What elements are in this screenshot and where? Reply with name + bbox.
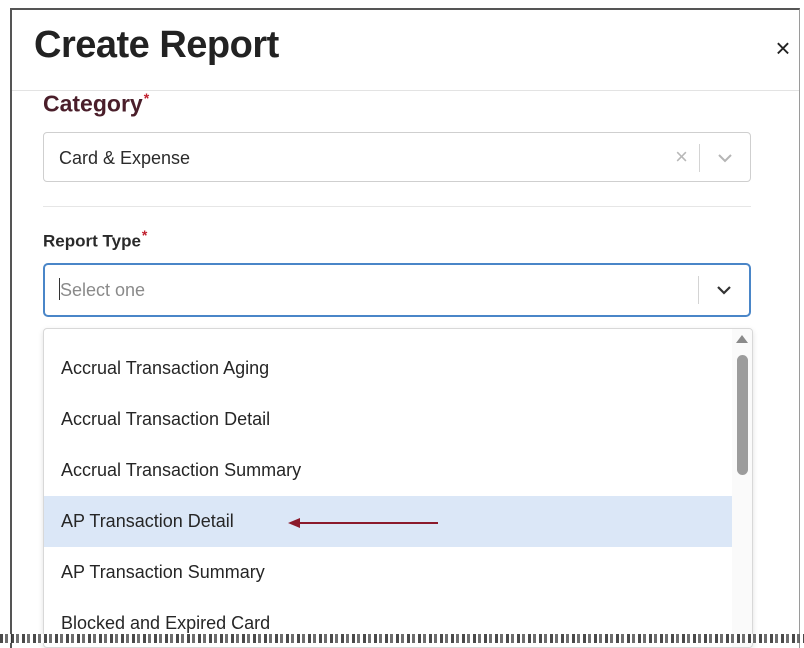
category-label-text: Category: [43, 90, 143, 117]
dropdown-option[interactable]: Accrual Transaction Summary: [44, 445, 732, 496]
close-icon[interactable]: ×: [771, 35, 795, 61]
dropdown-option[interactable]: AP Transaction Summary: [44, 547, 732, 598]
dropdown-option[interactable]: Accrual Transaction Detail: [44, 394, 732, 445]
report-type-dropdown-menu: Accrual Transaction Aging Accrual Transa…: [43, 328, 753, 648]
required-mark: *: [143, 90, 150, 106]
report-type-select[interactable]: Select one: [43, 263, 751, 317]
clear-icon[interactable]: ×: [675, 144, 688, 170]
scroll-up-arrow-icon[interactable]: [736, 335, 748, 343]
section-divider: [43, 206, 751, 207]
chevron-down-icon[interactable]: [714, 147, 736, 169]
report-type-placeholder: Select one: [60, 280, 146, 300]
modal-header: Create Report ×: [12, 10, 799, 91]
modal-title: Create Report: [34, 24, 279, 66]
required-mark: *: [141, 227, 148, 243]
select-separator: [698, 276, 699, 304]
report-type-label-text: Report Type: [43, 231, 141, 251]
scrollbar-thumb[interactable]: [737, 355, 748, 475]
category-selected-value: Card & Expense: [59, 148, 191, 168]
report-type-label: Report Type*: [43, 227, 147, 252]
category-label: Category*: [43, 90, 149, 118]
category-select[interactable]: Card & Expense ×: [43, 132, 751, 182]
annotation-arrow-icon: [288, 518, 438, 528]
screenshot-bottom-edge: [0, 634, 804, 643]
chevron-down-icon[interactable]: [713, 279, 735, 301]
dropdown-option[interactable]: Accrual Transaction Aging: [44, 343, 732, 394]
dropdown-scrollbar[interactable]: [732, 329, 752, 647]
select-separator: [699, 144, 700, 172]
